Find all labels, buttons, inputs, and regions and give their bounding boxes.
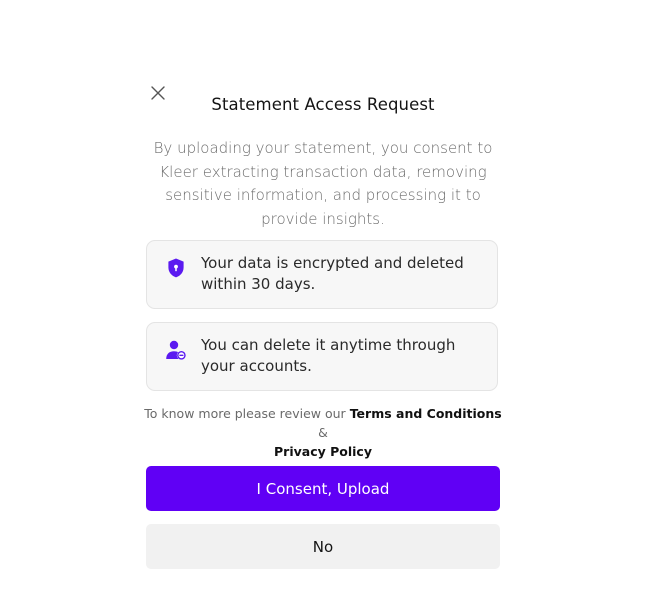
info-text-encryption: Your data is encrypted and deleted withi…	[201, 254, 464, 293]
consent-upload-button[interactable]: I Consent, Upload	[146, 466, 500, 511]
info-card-deletion: You can delete it anytime through your a…	[146, 322, 498, 391]
terms-prefix: To know more please review our	[144, 406, 346, 421]
user-remove-icon	[166, 340, 186, 360]
info-card-encryption: Your data is encrypted and deleted withi…	[146, 240, 498, 309]
terms-link[interactable]: Terms and Conditions	[350, 406, 502, 421]
terms-notice: To know more please review our Terms and…	[140, 404, 506, 461]
privacy-link[interactable]: Privacy Policy	[274, 444, 372, 459]
terms-connector: &	[318, 425, 328, 440]
dialog-title: Statement Access Request	[211, 95, 435, 114]
decline-button[interactable]: No	[146, 524, 500, 569]
consent-description: By uploading your statement, you consent…	[153, 139, 493, 228]
info-text-deletion: You can delete it anytime through your a…	[201, 336, 456, 375]
shield-lock-icon	[168, 258, 184, 278]
